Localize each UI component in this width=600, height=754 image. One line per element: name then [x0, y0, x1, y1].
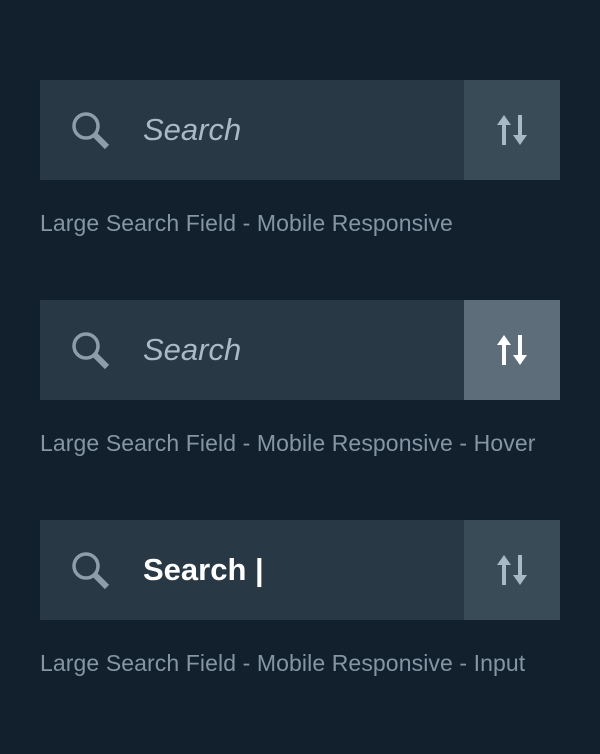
magnifier-icon: [72, 332, 110, 370]
variant-caption: Large Search Field - Mobile Responsive -…: [40, 650, 526, 676]
search-placeholder: Search: [143, 332, 242, 367]
variant-caption: Large Search Field - Mobile Responsive -…: [40, 430, 536, 456]
search-field-variant-default: Search Large Search Field - Mobile Respo…: [40, 80, 560, 237]
sort-arrows-icon: [497, 555, 527, 585]
sort-button[interactable]: [464, 80, 560, 180]
search-input[interactable]: Search: [40, 80, 464, 180]
search-field-variant-hover: Search Large Search Field - Mobile Respo…: [40, 300, 560, 457]
sort-arrows-icon: [497, 335, 527, 365]
search-field: Search |: [40, 520, 560, 620]
search-input-value: Search |: [143, 552, 264, 587]
sort-button[interactable]: [464, 300, 560, 400]
search-field-showcase: Search Large Search Field - Mobile Respo…: [0, 0, 600, 754]
search-field: Search: [40, 80, 560, 180]
magnifier-icon: [72, 552, 110, 590]
search-field: Search: [40, 300, 560, 400]
sort-arrows-icon: [497, 115, 527, 145]
magnifier-icon: [72, 112, 110, 150]
search-field-variant-input: Search | Large Search Field - Mobile Res…: [40, 520, 560, 677]
sort-button[interactable]: [464, 520, 560, 620]
search-placeholder: Search: [143, 112, 242, 147]
search-input[interactable]: Search: [40, 300, 464, 400]
search-input[interactable]: Search |: [40, 520, 464, 620]
variant-caption: Large Search Field - Mobile Responsive: [40, 210, 453, 236]
